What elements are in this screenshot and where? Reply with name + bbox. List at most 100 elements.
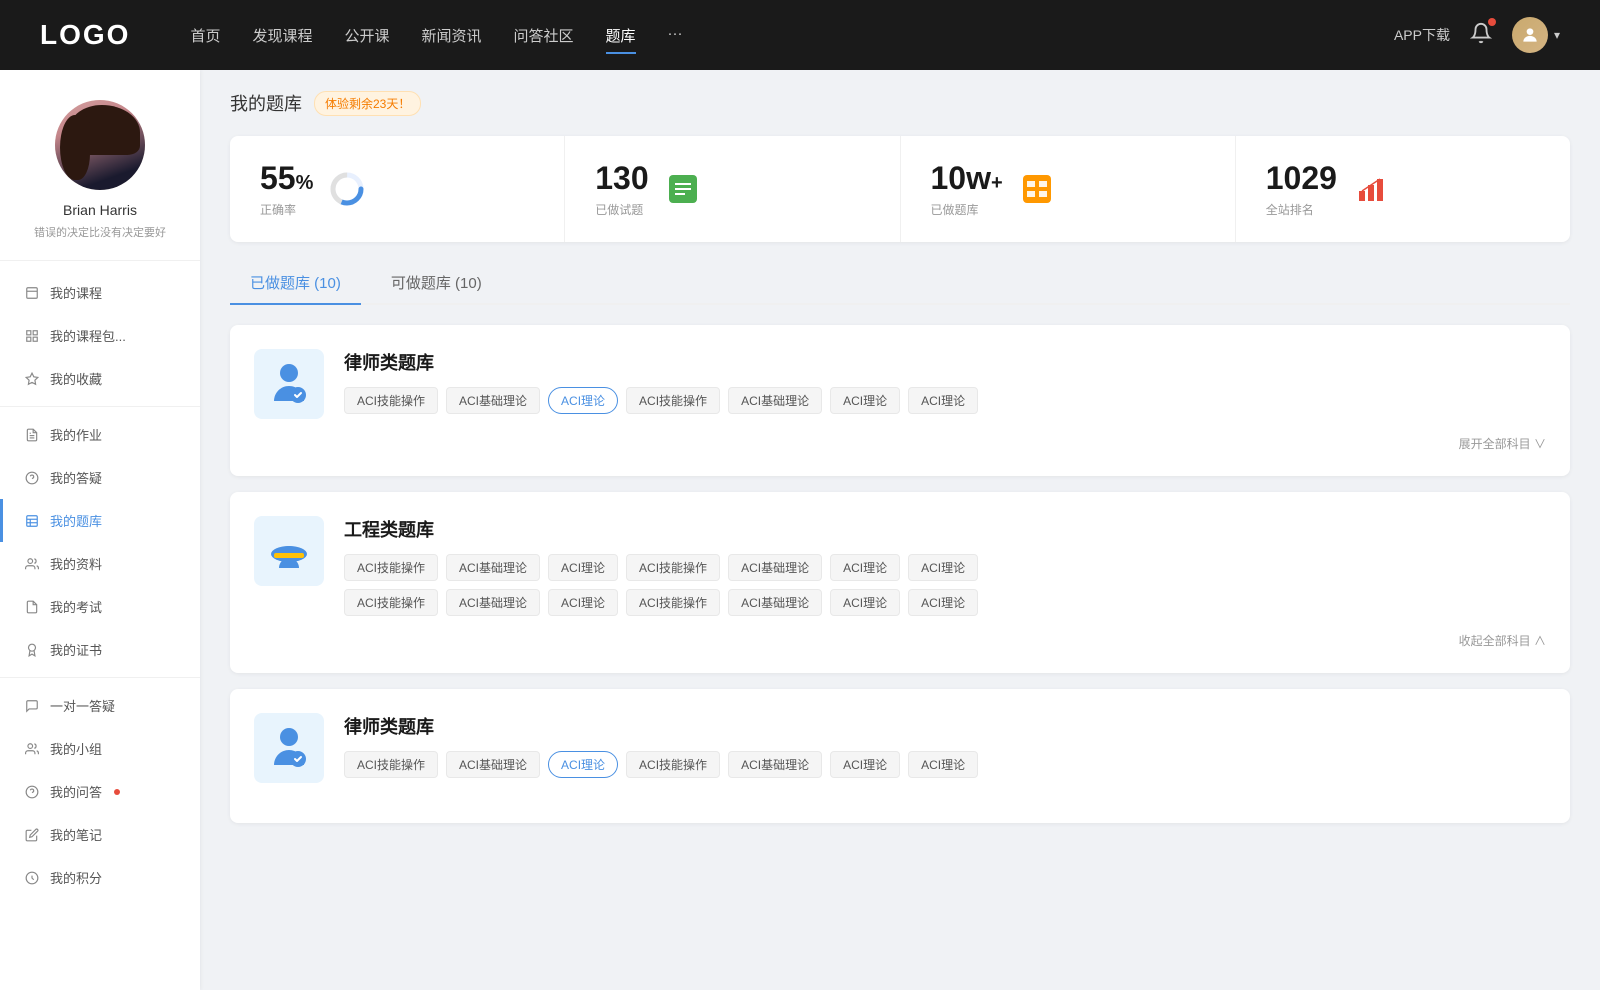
sidebar-item-qbank[interactable]: 我的题库	[0, 499, 200, 542]
law2-tag-5[interactable]: ACI理论	[830, 751, 900, 778]
navbar-right: APP下载 ▾	[1394, 17, 1560, 53]
sidebar-item-course-package[interactable]: 我的课程包...	[0, 314, 200, 357]
qbank-icon-engineer	[254, 516, 324, 586]
tag-2-active[interactable]: ACI理论	[548, 387, 618, 414]
page-title: 我的题库	[230, 90, 302, 116]
sidebar-item-certificate[interactable]: 我的证书	[0, 628, 200, 671]
eng-tag-1[interactable]: ACI基础理论	[446, 554, 540, 581]
stat-done-questions-value: 130	[595, 160, 648, 197]
tag-4[interactable]: ACI基础理论	[728, 387, 822, 414]
law2-tag-0[interactable]: ACI技能操作	[344, 751, 438, 778]
law2-tag-1[interactable]: ACI基础理论	[446, 751, 540, 778]
profile-name: Brian Harris	[63, 202, 137, 218]
qbank-tags-row-1: ACI技能操作 ACI基础理论 ACI理论 ACI技能操作 ACI基础理论 AC…	[344, 387, 1546, 414]
qbank-icon-lawyer	[254, 349, 324, 419]
eng-tag-0[interactable]: ACI技能操作	[344, 554, 438, 581]
tag-3[interactable]: ACI技能操作	[626, 387, 720, 414]
stat-accuracy-value-wrap: 55% 正确率	[260, 160, 313, 218]
eng-tag-6[interactable]: ACI理论	[908, 554, 978, 581]
table-icon	[1019, 171, 1055, 207]
tag-5[interactable]: ACI理论	[830, 387, 900, 414]
qbank-tags-row-3: ACI技能操作 ACI基础理论 ACI理论 ACI技能操作 ACI基础理论 AC…	[344, 751, 1546, 778]
group-icon	[24, 741, 40, 757]
stats-row: 55% 正确率 130 已做试题	[230, 136, 1570, 242]
law2-tag-6[interactable]: ACI理论	[908, 751, 978, 778]
eng-tag-2[interactable]: ACI理论	[548, 554, 618, 581]
qbank-lawyer2-title-section: 律师类题库 ACI技能操作 ACI基础理论 ACI理论 ACI技能操作 ACI基…	[344, 713, 1546, 778]
stat-done-questions-label: 已做试题	[595, 201, 648, 218]
points-icon	[24, 870, 40, 886]
law2-tag-2-active[interactable]: ACI理论	[548, 751, 618, 778]
qbank-lawyer2-header: 律师类题库 ACI技能操作 ACI基础理论 ACI理论 ACI技能操作 ACI基…	[254, 713, 1546, 783]
tab-done-banks[interactable]: 已做题库 (10)	[230, 262, 361, 303]
tag-1[interactable]: ACI基础理论	[446, 387, 540, 414]
nav-discover[interactable]: 发现课程	[252, 21, 312, 50]
law2-tag-3[interactable]: ACI技能操作	[626, 751, 720, 778]
stat-ranking: 1029 全站排名	[1236, 136, 1570, 242]
app-download-button[interactable]: APP下载	[1394, 25, 1450, 45]
eng-tag-13[interactable]: ACI理论	[908, 589, 978, 616]
sidebar-menu: 我的课程 我的课程包... 我的收藏 我的作业	[0, 261, 200, 909]
eng-tag-10[interactable]: ACI技能操作	[626, 589, 720, 616]
nav-menu: 首页 发现课程 公开课 新闻资讯 问答社区 题库 ···	[190, 21, 1394, 50]
star-icon	[24, 371, 40, 387]
oneone-icon	[24, 698, 40, 714]
stat-ranking-value-wrap: 1029 全站排名	[1266, 160, 1337, 218]
collapse-link-2[interactable]: 收起全部科目 ∧	[254, 632, 1546, 649]
navbar: LOGO 首页 发现课程 公开课 新闻资讯 问答社区 题库 ··· APP下载 …	[0, 0, 1600, 70]
course-icon	[24, 285, 40, 301]
sidebar-item-favorites[interactable]: 我的收藏	[0, 357, 200, 400]
tab-available-banks[interactable]: 可做题库 (10)	[371, 262, 502, 303]
law2-tag-4[interactable]: ACI基础理论	[728, 751, 822, 778]
qbank-engineer-title-section: 工程类题库 ACI技能操作 ACI基础理论 ACI理论 ACI技能操作 ACI基…	[344, 516, 1546, 616]
nav-news[interactable]: 新闻资讯	[422, 21, 482, 50]
qbank-title-section: 律师类题库 ACI技能操作 ACI基础理论 ACI理论 ACI技能操作 ACI基…	[344, 349, 1546, 414]
nav-more[interactable]: ···	[668, 21, 683, 50]
avatar	[1512, 17, 1548, 53]
stat-done-questions: 130 已做试题	[565, 136, 900, 242]
qbank-tags-row-2b: ACI技能操作 ACI基础理论 ACI理论 ACI技能操作 ACI基础理论 AC…	[344, 589, 1546, 616]
nav-qa[interactable]: 问答社区	[514, 21, 574, 50]
sidebar-item-group[interactable]: 我的小组	[0, 727, 200, 770]
eng-tag-9[interactable]: ACI理论	[548, 589, 618, 616]
eng-tag-5[interactable]: ACI理论	[830, 554, 900, 581]
sidebar-item-notes[interactable]: 我的笔记	[0, 813, 200, 856]
eng-tag-12[interactable]: ACI理论	[830, 589, 900, 616]
sidebar-item-1on1[interactable]: 一对一答疑	[0, 684, 200, 727]
nav-qbank[interactable]: 题库	[606, 21, 636, 50]
page-layout: Brian Harris 错误的决定比没有决定要好 我的课程 我的课程包...	[0, 70, 1600, 990]
nav-home[interactable]: 首页	[190, 21, 220, 50]
eng-tag-7[interactable]: ACI技能操作	[344, 589, 438, 616]
sidebar-item-profile[interactable]: 我的资料	[0, 542, 200, 585]
tag-0[interactable]: ACI技能操作	[344, 387, 438, 414]
sidebar-item-my-course[interactable]: 我的课程	[0, 271, 200, 314]
logo[interactable]: LOGO	[40, 19, 130, 51]
ranking-chart-icon	[1353, 171, 1389, 207]
sidebar-item-points[interactable]: 我的积分	[0, 856, 200, 899]
profile-motto: 错误的决定比没有决定要好	[34, 224, 166, 240]
my-qa-icon	[24, 784, 40, 800]
stat-accuracy: 55% 正确率	[230, 136, 565, 242]
stat-ranking-label: 全站排名	[1266, 201, 1337, 218]
qbank-card-title-1: 律师类题库	[344, 349, 1546, 375]
sidebar-item-homework[interactable]: 我的作业	[0, 413, 200, 456]
qbank-card-title-2: 工程类题库	[344, 516, 1546, 542]
sidebar-item-exam[interactable]: 我的考试	[0, 585, 200, 628]
notification-bell-button[interactable]	[1470, 22, 1492, 49]
nav-open-course[interactable]: 公开课	[344, 21, 389, 50]
avatar-image	[55, 100, 145, 190]
list-icon	[665, 171, 701, 207]
eng-tag-11[interactable]: ACI基础理论	[728, 589, 822, 616]
sidebar-item-my-qa[interactable]: 我的问答	[0, 770, 200, 813]
sidebar-item-qa[interactable]: 我的答疑	[0, 456, 200, 499]
expand-link-1[interactable]: 展开全部科目 ∨	[254, 435, 1546, 452]
eng-tag-4[interactable]: ACI基础理论	[728, 554, 822, 581]
eng-tag-3[interactable]: ACI技能操作	[626, 554, 720, 581]
user-avatar-button[interactable]: ▾	[1512, 17, 1560, 53]
divider2	[0, 677, 200, 678]
qbank-icon	[24, 513, 40, 529]
tag-6[interactable]: ACI理论	[908, 387, 978, 414]
eng-tag-8[interactable]: ACI基础理论	[446, 589, 540, 616]
main-content: 我的题库 体验剩余23天！ 55% 正确率	[200, 70, 1600, 990]
qbank-card-lawyer-1: 律师类题库 ACI技能操作 ACI基础理论 ACI理论 ACI技能操作 ACI基…	[230, 325, 1570, 476]
